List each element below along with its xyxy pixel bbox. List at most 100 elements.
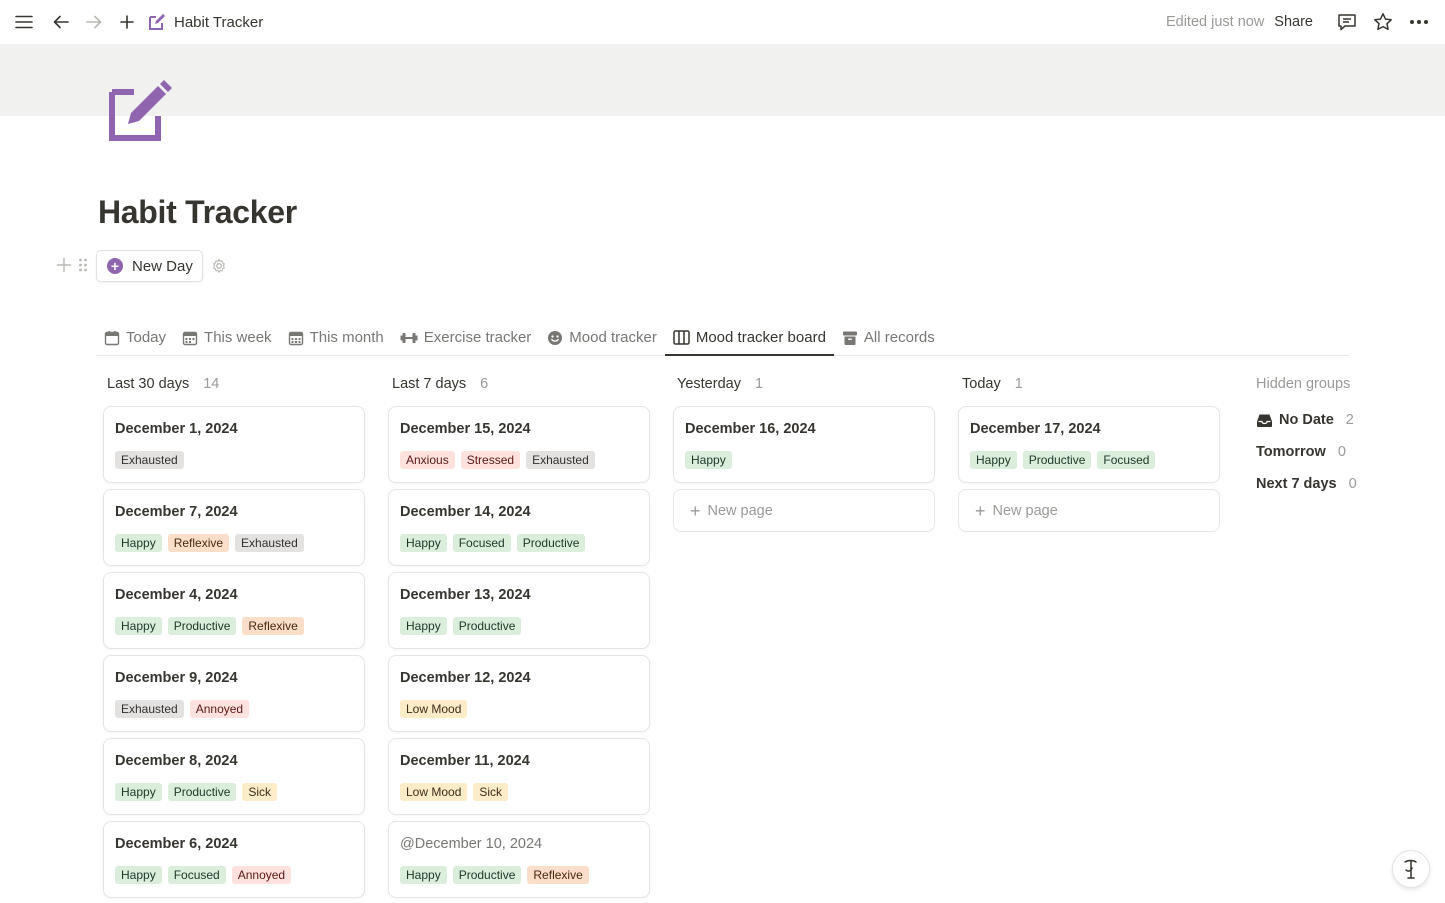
board-card[interactable]: December 1, 2024 Exhausted: [103, 406, 365, 483]
hidden-group-next-7-days[interactable]: Next 7 days 0: [1256, 468, 1436, 500]
drag-handle-icon[interactable]: [78, 257, 88, 278]
plus-circle-icon: +: [107, 258, 123, 274]
board-column-last-30-days: Last 30 days 14 December 1, 2024 Exhaust…: [103, 372, 365, 902]
board-icon: [673, 330, 690, 345]
top-bar: Habit Tracker Edited just now Share: [0, 0, 1445, 44]
tab-all-records[interactable]: All records: [834, 320, 943, 355]
board-card[interactable]: December 17, 2024 Happy Productive Focus…: [958, 406, 1220, 483]
tab-mood-tracker-board[interactable]: Mood tracker board: [664, 320, 834, 356]
column-count: 1: [754, 376, 764, 392]
card-title: December 1, 2024: [115, 421, 238, 437]
column-title: Yesterday: [677, 376, 741, 392]
board-card[interactable]: December 9, 2024 Exhausted Annoyed: [103, 655, 365, 732]
card-title: December 4, 2024: [115, 587, 238, 603]
page-edit-icon[interactable]: [106, 80, 172, 144]
mood-tag: Happy: [115, 866, 162, 884]
help-button[interactable]: [1392, 850, 1430, 888]
edited-status: Edited just now: [1165, 14, 1265, 30]
breadcrumb-title: Habit Tracker: [174, 13, 264, 31]
board-card[interactable]: December 11, 2024 Low Mood Sick: [388, 738, 650, 815]
new-page-label: New page: [707, 502, 773, 519]
card-title: December 11, 2024: [400, 753, 530, 769]
mood-tag: Productive: [167, 783, 237, 801]
column-title: Last 30 days: [107, 376, 190, 392]
card-title: December 17, 2024: [970, 421, 1101, 437]
new-page-plus-icon[interactable]: [115, 10, 139, 34]
dumbbell-icon: [400, 331, 418, 345]
column-title: Today: [962, 376, 1001, 392]
back-arrow-icon[interactable]: [49, 10, 73, 34]
column-header[interactable]: Last 7 days 6: [388, 372, 650, 396]
hidden-group-count: 0: [1348, 476, 1357, 492]
column-count: 1: [1014, 376, 1023, 392]
board-card[interactable]: December 14, 2024 Happy Focused Producti…: [388, 489, 650, 566]
board-card[interactable]: December 7, 2024 Happy Reflexive Exhaust…: [103, 489, 365, 566]
breadcrumb[interactable]: Habit Tracker: [148, 13, 263, 31]
tab-label: Mood tracker board: [695, 329, 826, 346]
mood-tag: Reflexive: [167, 534, 230, 552]
forward-arrow-icon[interactable]: [82, 10, 106, 34]
column-header[interactable]: Yesterday 1: [673, 372, 935, 396]
block-handle[interactable]: [56, 257, 88, 278]
board-column-yesterday: Yesterday 1 December 16, 2024 Happy + Ne…: [673, 372, 935, 542]
star-icon[interactable]: [1371, 10, 1395, 34]
new-page-button[interactable]: + New page: [958, 489, 1220, 532]
archive-icon: [842, 330, 858, 346]
board-card[interactable]: December 6, 2024 Happy Focused Annoyed: [103, 821, 365, 898]
mood-tag: Sick: [242, 783, 278, 801]
new-page-button[interactable]: + New page: [673, 489, 935, 532]
more-options-icon[interactable]: [1407, 10, 1431, 34]
share-button[interactable]: Share: [1274, 14, 1313, 30]
card-title: December 12, 2024: [400, 670, 531, 686]
board-card[interactable]: December 8, 2024 Happy Productive Sick: [103, 738, 365, 815]
board-card[interactable]: December 16, 2024 Happy: [673, 406, 935, 483]
tab-label: Today: [126, 329, 167, 346]
board-card[interactable]: @December 10, 2024 Happy Productive Refl…: [388, 821, 650, 898]
board-card[interactable]: December 4, 2024 Happy Productive Reflex…: [103, 572, 365, 649]
gear-icon[interactable]: [211, 258, 227, 279]
tab-label: This month: [309, 329, 384, 346]
hidden-group-label: Tomorrow: [1256, 444, 1326, 460]
mood-tag: Exhausted: [526, 451, 595, 469]
hidden-groups: Hidden groups No Date 2 Tomorrow 0 Next …: [1256, 372, 1436, 500]
new-day-label: New Day: [132, 257, 193, 275]
tab-this-week[interactable]: This week: [174, 320, 280, 355]
board-column-last-7-days: Last 7 days 6 December 15, 2024 Anxious …: [388, 372, 650, 902]
mood-tag: Productive: [452, 866, 522, 884]
tab-mood-tracker[interactable]: Mood tracker: [539, 320, 665, 355]
card-title: December 6, 2024: [115, 836, 238, 852]
card-title: December 15, 2024: [400, 421, 531, 437]
board-card[interactable]: December 15, 2024 Anxious Stressed Exhau…: [388, 406, 650, 483]
tab-label: All records: [863, 329, 935, 346]
tab-label: Exercise tracker: [423, 329, 532, 346]
mood-tag: Productive: [452, 617, 522, 635]
plus-icon: +: [975, 500, 986, 521]
mood-tag: Focused: [1097, 451, 1156, 469]
mood-tag: Stressed: [460, 451, 521, 469]
mood-tag: Productive: [1022, 451, 1092, 469]
mood-tag: Anxious: [400, 451, 455, 469]
hidden-group-no-date[interactable]: No Date 2: [1256, 404, 1436, 436]
hidden-group-tomorrow[interactable]: Tomorrow 0: [1256, 436, 1436, 468]
hidden-groups-title: Hidden groups: [1256, 376, 1351, 392]
column-header[interactable]: Today 1: [958, 372, 1220, 396]
add-block-icon[interactable]: [56, 257, 72, 278]
board-card[interactable]: December 13, 2024 Happy Productive: [388, 572, 650, 649]
tab-today[interactable]: Today: [96, 320, 174, 355]
mood-tag: Happy: [115, 783, 162, 801]
mood-tag: Happy: [400, 866, 447, 884]
column-header[interactable]: Last 30 days 14: [103, 372, 365, 396]
calendar-week-icon: [182, 330, 198, 346]
board-card[interactable]: December 12, 2024 Low Mood: [388, 655, 650, 732]
hidden-group-count: 2: [1345, 412, 1354, 428]
mood-tag: Reflexive: [242, 617, 304, 635]
menu-icon[interactable]: [12, 10, 36, 34]
mood-tag: Happy: [115, 617, 162, 635]
tab-exercise-tracker[interactable]: Exercise tracker: [392, 320, 540, 355]
mood-tag: Low Mood: [400, 700, 468, 718]
comment-icon[interactable]: [1335, 10, 1359, 34]
mood-tag: Exhausted: [235, 534, 304, 552]
tab-this-month[interactable]: This month: [280, 320, 392, 355]
column-count: 14: [203, 376, 220, 392]
new-day-button[interactable]: + New Day: [96, 250, 203, 282]
